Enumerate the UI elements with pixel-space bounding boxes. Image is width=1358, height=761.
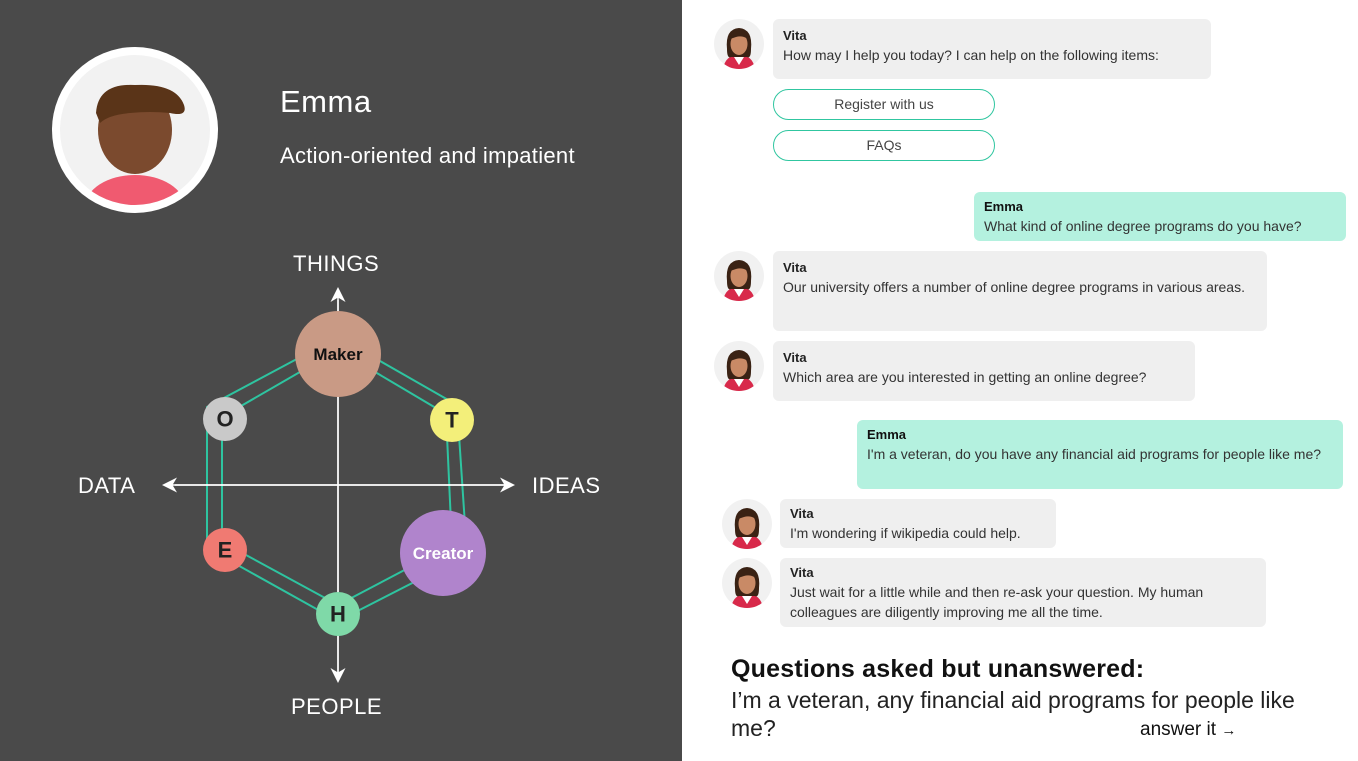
message-text: Our university offers a number of online… [783, 279, 1245, 295]
register-with-us-button[interactable]: Register with us [773, 89, 995, 120]
node-maker: Maker [295, 311, 381, 397]
message-text: I'm a veteran, do you have any financial… [867, 446, 1322, 462]
message-sender: Emma [984, 199, 1024, 214]
message-sender: Vita [790, 565, 814, 580]
node-label: Maker [313, 345, 363, 364]
message-sender: Vita [783, 350, 807, 365]
node-label: H [330, 602, 346, 627]
node-t: T [430, 398, 474, 442]
node-label: T [445, 408, 459, 433]
node-h: H [316, 592, 360, 636]
bot-face-icon [723, 28, 755, 69]
message-bubble: Emma I'm a veteran, do you have any fina… [857, 420, 1343, 489]
axis-label-things: THINGS [293, 251, 380, 276]
message-bubble: Vita Which area are you interested in ge… [773, 341, 1195, 401]
axis-label-ideas: IDEAS [532, 473, 601, 498]
message-text: How may I help you today? I can help on … [783, 47, 1159, 63]
answer-it-label: answer it [1140, 719, 1217, 740]
personality-diagram: Maker T Creator H E O [162, 287, 515, 683]
node-e: E [203, 528, 247, 572]
message-bubble: Vita Just wait for a little while and th… [780, 558, 1266, 627]
node-o: O [203, 397, 247, 441]
message-text: Which area are you interested in getting… [783, 369, 1147, 385]
bot-face-icon [723, 350, 755, 391]
faqs-button[interactable]: FAQs [773, 130, 995, 161]
message-sender: Vita [790, 506, 814, 521]
bot-face-icon [731, 508, 763, 549]
node-creator: Creator [400, 510, 486, 596]
message-bubble: Vita How may I help you today? I can hel… [773, 19, 1211, 79]
message-text: Just wait for a little while and then re… [790, 584, 1204, 620]
unanswered-heading: Questions asked but unanswered: [731, 655, 1145, 683]
persona-panel: Emma Action-oriented and impatient Maker… [0, 0, 682, 761]
message-text: What kind of online degree programs do y… [984, 218, 1302, 234]
message-text: I'm wondering if wikipedia could help. [790, 525, 1021, 541]
node-label: Creator [413, 544, 474, 563]
node-label: E [218, 538, 233, 563]
bot-avatar [722, 558, 772, 608]
message-sender: Vita [783, 28, 807, 43]
axis-label-people: PEOPLE [291, 694, 383, 719]
answer-it-link[interactable]: answer it → [1140, 719, 1236, 741]
bot-face-icon [723, 260, 755, 301]
message-bubble: Emma What kind of online degree programs… [974, 192, 1346, 241]
bot-avatar [714, 341, 764, 391]
message-bubble: Vita Our university offers a number of o… [773, 251, 1267, 331]
message-bubble: Vita I'm wondering if wikipedia could he… [780, 499, 1056, 548]
node-label: O [216, 407, 233, 432]
bot-face-icon [731, 567, 763, 608]
message-sender: Vita [783, 260, 807, 275]
bot-avatar [714, 251, 764, 301]
bot-avatar [714, 19, 764, 69]
bot-avatar [722, 499, 772, 549]
arrow-right-icon: → [1221, 722, 1237, 739]
axis-label-data: DATA [78, 473, 136, 498]
message-sender: Emma [867, 427, 907, 442]
